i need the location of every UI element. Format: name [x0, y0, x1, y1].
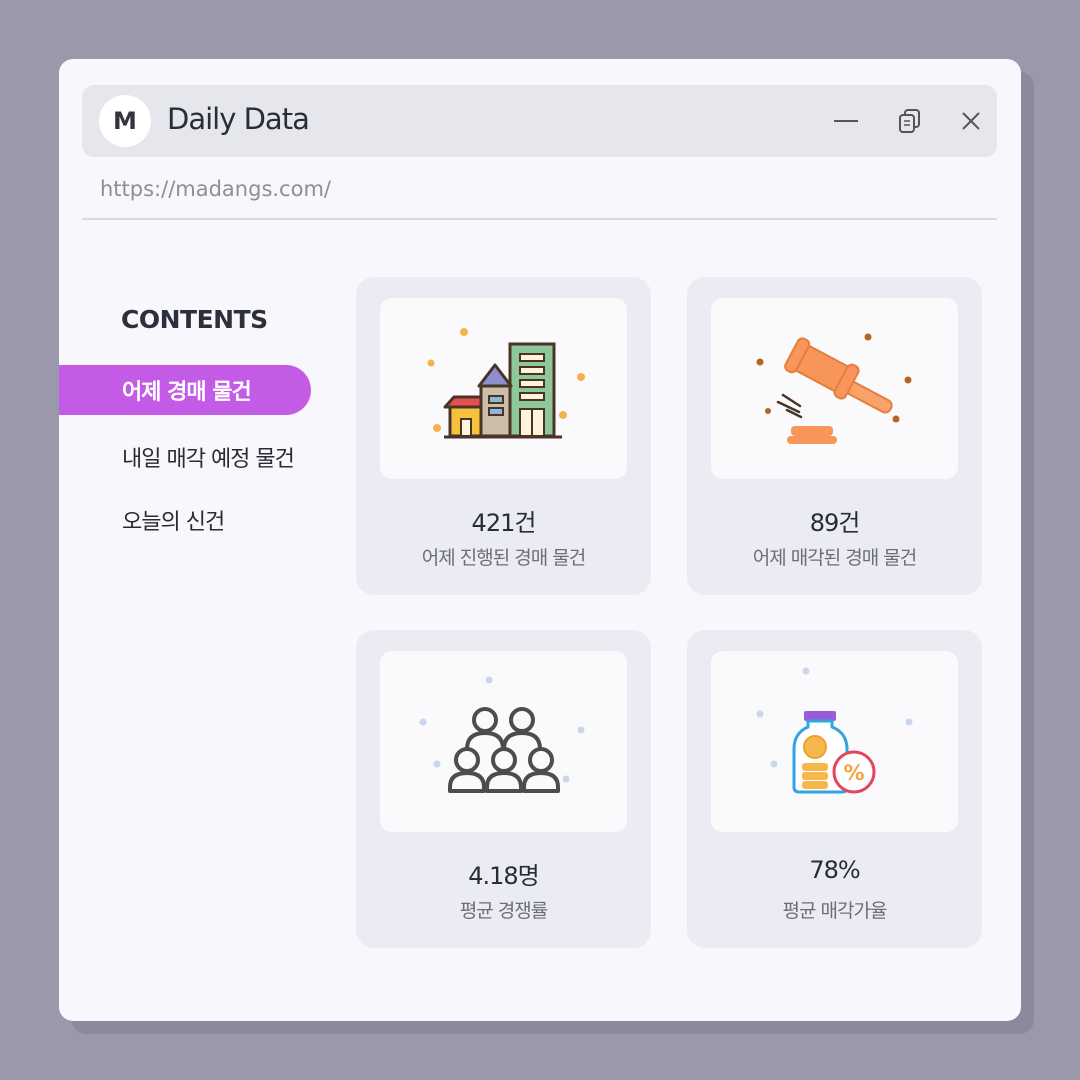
card-label: 어제 매각된 경매 물건 — [752, 547, 917, 569]
card-value: 4.18명 — [468, 862, 540, 890]
sidebar-heading: CONTENTS — [121, 305, 268, 334]
people-icon — [419, 676, 585, 793]
card-label: 평균 경쟁률 — [459, 900, 548, 922]
sidebar-item-today-new[interactable]: 오늘의 신건 — [59, 495, 225, 545]
minimize-icon — [834, 120, 858, 122]
sidebar-item-label: 오늘의 신건 — [122, 510, 225, 535]
card-illustration — [711, 298, 958, 479]
card-value: 89건 — [809, 509, 861, 537]
stat-card-yesterday-auctions[interactable]: 421건 어제 진행된 경매 물건 — [356, 277, 651, 595]
gavel-icon — [756, 333, 912, 444]
minimize-button[interactable] — [830, 105, 862, 137]
url-divider — [82, 218, 997, 220]
sidebar-item-yesterday-auction[interactable]: 어제 경매 물건 — [59, 365, 311, 415]
close-icon — [962, 112, 980, 130]
card-label: 어제 진행된 경매 물건 — [421, 547, 586, 569]
stat-card-sale-rate[interactable]: % 78% 평균 매각가율 — [687, 630, 982, 948]
avatar[interactable]: M — [99, 95, 151, 147]
title-bar: M Daily Data — [82, 85, 997, 157]
app-title: Daily Data — [167, 102, 310, 136]
buildings-icon — [427, 328, 585, 439]
close-button[interactable] — [955, 105, 987, 137]
card-label: 평균 매각가율 — [782, 900, 888, 922]
svg-text:%: % — [843, 761, 864, 785]
stat-card-competition-rate[interactable]: 4.18명 평균 경쟁률 — [356, 630, 651, 948]
card-illustration — [380, 651, 627, 832]
sidebar-item-label: 어제 경매 물건 — [122, 380, 252, 405]
card-value: 78% — [809, 856, 860, 884]
card-value: 421건 — [471, 509, 537, 537]
sidebar-item-label: 내일 매각 예정 물건 — [122, 447, 295, 472]
app-window: M Daily Data https://madangs.com/ CONTEN… — [59, 59, 1021, 1021]
card-illustration: % — [711, 651, 958, 832]
url-bar[interactable]: https://madangs.com/ — [100, 177, 331, 201]
sidebar-item-tomorrow-sale[interactable]: 내일 매각 예정 물건 — [59, 432, 295, 482]
stat-card-yesterday-sold[interactable]: 89건 어제 매각된 경매 물건 — [687, 277, 982, 595]
restore-icon — [899, 109, 920, 133]
coin-jar-percent-icon: % — [756, 667, 913, 794]
restore-button[interactable] — [894, 105, 926, 137]
card-illustration — [380, 298, 627, 479]
